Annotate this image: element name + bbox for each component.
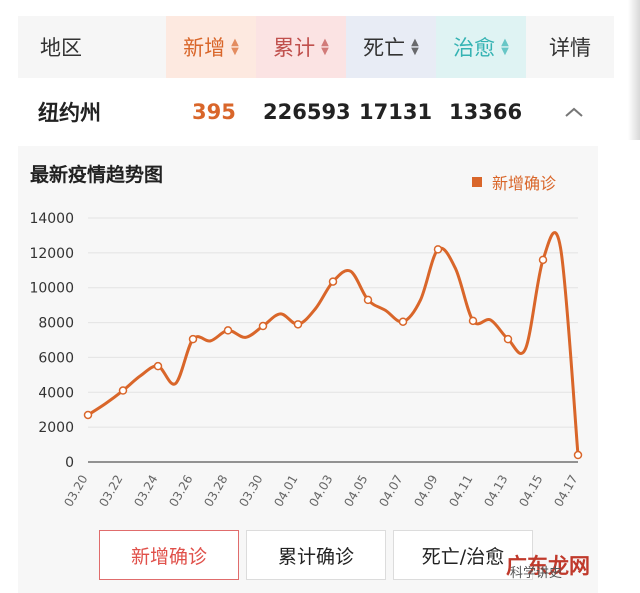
sort-icon: ▲ ▼ — [231, 37, 239, 57]
sort-icon: ▲ ▼ — [411, 37, 419, 57]
new-count: 395 — [192, 100, 236, 124]
header-cumulative-label: 累计 — [273, 36, 316, 60]
header-details: 详情 — [549, 36, 591, 60]
x-tick-label: 04.11 — [446, 473, 475, 510]
region-name: 纽约州 — [38, 101, 101, 125]
header-region: 地区 — [40, 36, 82, 60]
data-point — [188, 334, 198, 344]
screen-edge-shadow — [628, 0, 640, 140]
x-tick-label: 04.13 — [481, 473, 510, 510]
data-point — [328, 277, 338, 286]
line-chart: 0200040006000800010000120001400003.20 03.… — [29, 211, 583, 510]
cumulative-count: 226593 — [263, 100, 351, 124]
y-tick-label: 2000 — [38, 420, 74, 436]
x-tick-label: 04.15 — [516, 473, 545, 510]
header-deaths-label: 死亡 — [363, 36, 406, 60]
data-point — [293, 320, 303, 329]
data-point — [83, 410, 93, 420]
region-row[interactable]: 纽约州 395 226593 17131 13366 — [18, 80, 614, 144]
y-tick-label: 8000 — [38, 316, 74, 332]
sort-icon: ▲ ▼ — [501, 37, 509, 57]
data-point — [573, 450, 583, 460]
trend-chart-card: 最新疫情趋势图 新增确诊 0 2000 4000 6000 8000 10000 12000… — [18, 146, 598, 593]
chart-title: 最新疫情趋势图 — [30, 164, 164, 186]
data-point — [363, 295, 373, 305]
x-tick-label: 04.05 — [341, 473, 370, 510]
table-header: 地区 新增 ▲ ▼ 累计 ▲ ▼ 死亡 ▲ ▼ 治愈 ▲ ▼ 详情 — [18, 16, 614, 78]
sort-icon: ▲ ▼ — [321, 37, 329, 57]
x-tick-label: 04.01 — [271, 473, 300, 510]
legend-swatch — [472, 177, 482, 187]
header-new-label: 新增 — [183, 36, 226, 60]
y-tick-label: 14000 — [29, 211, 74, 227]
collapse-button[interactable] — [564, 80, 584, 144]
x-tick-label: 04.09 — [411, 473, 440, 510]
data-point — [258, 321, 268, 331]
deaths-count: 17131 — [359, 100, 433, 124]
header-cumulative-sort[interactable]: 累计 ▲ ▼ — [256, 16, 346, 78]
y-tick-label: 0 — [65, 455, 74, 471]
x-tick-label: 03.20 — [61, 473, 90, 510]
header-new-sort[interactable]: 新增 ▲ ▼ — [166, 16, 256, 78]
cumulative-confirmed-button[interactable]: 累计确诊 — [246, 530, 386, 580]
y-tick-label: 4000 — [38, 385, 74, 401]
y-tick-label: 6000 — [38, 350, 74, 366]
data-point — [118, 386, 128, 395]
x-tick-label: 03.26 — [166, 473, 195, 510]
header-recovered-label: 治愈 — [453, 36, 496, 60]
watermark-sub: 科学讲史 — [510, 566, 563, 581]
legend-label: 新增确诊 — [492, 174, 557, 193]
chart-legend[interactable]: 新增确诊 — [472, 170, 556, 194]
data-point — [398, 317, 408, 326]
data-point — [503, 334, 513, 344]
new-confirmed-button[interactable]: 新增确诊 — [99, 530, 239, 580]
x-tick-label: 03.28 — [201, 473, 230, 510]
x-tick-label: 04.17 — [551, 473, 580, 510]
header-recovered-sort[interactable]: 治愈 ▲ ▼ — [436, 16, 526, 78]
data-point — [468, 316, 478, 326]
header-deaths-sort[interactable]: 死亡 ▲ ▼ — [346, 16, 436, 78]
recovered-count: 13366 — [449, 100, 523, 124]
data-point — [538, 255, 548, 265]
data-point — [153, 361, 163, 371]
x-tick-label: 04.03 — [306, 473, 335, 510]
data-point — [433, 245, 443, 254]
chevron-up-icon — [565, 107, 583, 117]
series-line — [87, 231, 580, 456]
data-point — [223, 326, 233, 335]
y-tick-label: 12000 — [29, 246, 74, 262]
x-tick-label: 03.30 — [236, 473, 265, 510]
x-tick-label: 04.07 — [376, 473, 405, 510]
x-tick-label: 03.22 — [96, 473, 125, 510]
x-tick-label: 03.24 — [131, 473, 160, 510]
y-tick-label: 10000 — [29, 281, 74, 297]
